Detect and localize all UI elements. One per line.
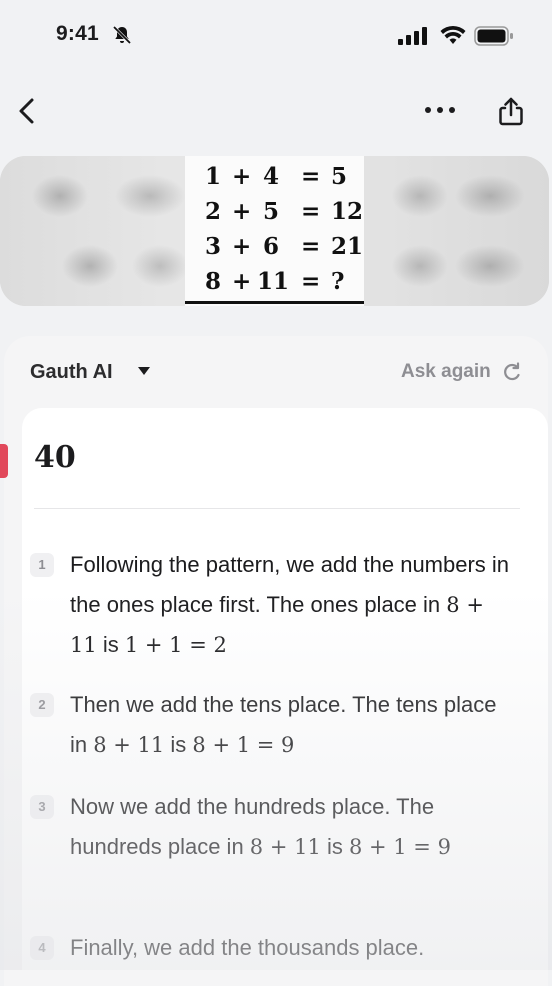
step-text: Now we add the hundreds place. The hundr… — [70, 794, 451, 859]
solution-step: 1 Following the pattern, we add the numb… — [30, 545, 510, 669]
solution-step: 4 Finally, we add the thousands place. — [30, 928, 510, 970]
solution-step: 2 Then we add the tens place. The tens p… — [30, 685, 510, 769]
math-puzzle: 1 + 4 = 5 2 + 5 = 12 3 + 6 = 21 8 + 11 =… — [185, 156, 364, 306]
step-text: Finally, we add the thousands place. — [70, 935, 425, 960]
model-selector[interactable]: Gauth AI — [30, 361, 113, 384]
ask-again-button[interactable]: Ask again — [401, 361, 491, 383]
puzzle-line: 2 + 5 = 12 — [205, 198, 364, 225]
bell-muted-icon — [112, 25, 132, 45]
final-answer: 40 — [34, 440, 76, 475]
divider — [34, 508, 520, 509]
question-image[interactable]: 1 + 4 = 5 2 + 5 = 12 3 + 6 = 21 8 + 11 =… — [0, 156, 549, 306]
back-chevron-icon[interactable] — [14, 96, 42, 126]
step-number: 1 — [30, 553, 54, 577]
wifi-icon — [440, 25, 466, 44]
puzzle-line: 3 + 6 = 21 — [205, 233, 364, 260]
answer-marker — [0, 444, 8, 478]
step-number: 2 — [30, 693, 54, 717]
step-number: 4 — [30, 936, 54, 960]
refresh-icon[interactable] — [502, 361, 522, 383]
dropdown-caret-icon[interactable] — [138, 367, 150, 375]
puzzle-line: 8 + 11 = ? — [205, 268, 345, 295]
step-number: 3 — [30, 795, 54, 819]
solution-step: 3 Now we add the hundreds place. The hun… — [30, 787, 510, 911]
battery-icon — [474, 26, 513, 46]
answer-sheet-header: Gauth AI Ask again — [4, 336, 548, 406]
step-text: Then we add the tens place. The tens pla… — [70, 692, 497, 757]
puzzle-underline — [185, 301, 364, 304]
step-text: Following the pattern, we add the number… — [70, 552, 510, 657]
status-bar: 9:41 — [0, 0, 552, 72]
more-options-icon[interactable] — [420, 98, 460, 122]
status-time: 9:41 — [56, 22, 99, 45]
share-icon[interactable] — [496, 96, 526, 128]
puzzle-line: 1 + 4 = 5 — [205, 163, 348, 190]
navigation-bar — [0, 88, 552, 134]
cellular-signal-icon — [398, 27, 427, 45]
